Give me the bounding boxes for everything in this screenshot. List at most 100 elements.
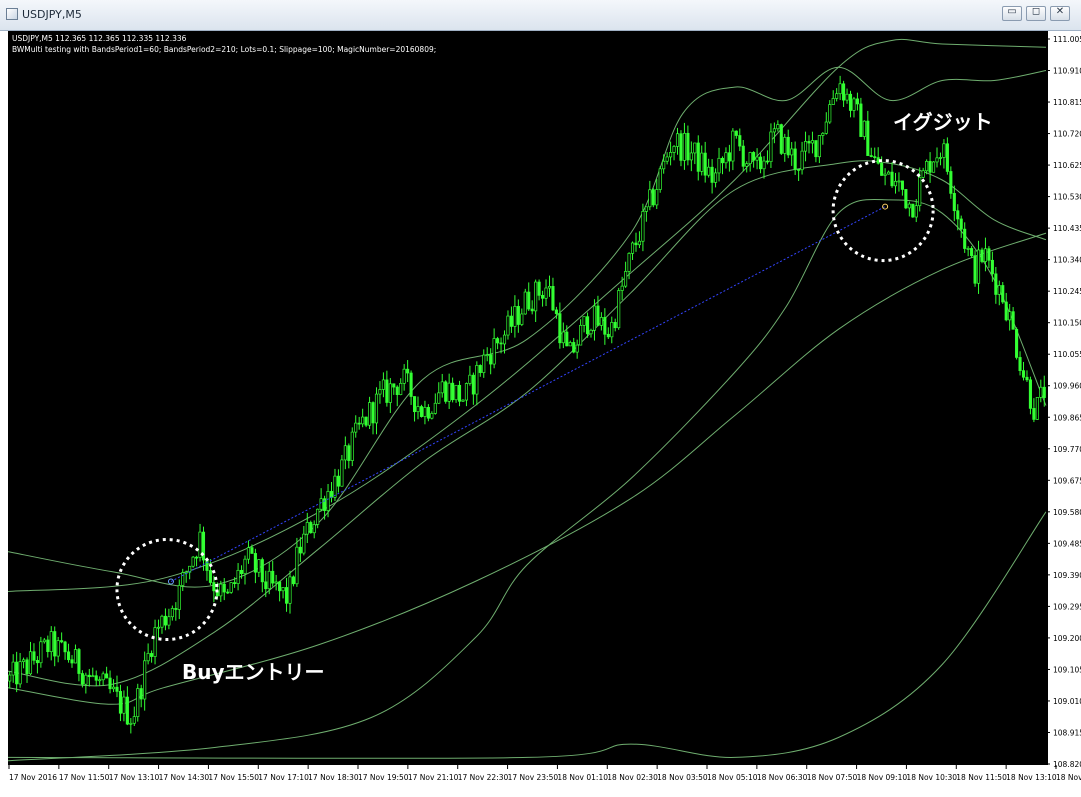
candle xyxy=(156,619,161,639)
time-tick-label: 18 Nov 06:30 xyxy=(757,773,808,782)
candle xyxy=(720,156,725,175)
candle xyxy=(568,340,572,347)
candle-body xyxy=(1008,311,1012,321)
time-tick-label: 17 Nov 18:30 xyxy=(308,773,359,782)
time-tick-label: 18 Nov 09:10 xyxy=(857,773,908,782)
candle xyxy=(544,279,548,307)
candle xyxy=(136,683,140,722)
candle xyxy=(22,657,26,669)
candle-body xyxy=(990,259,994,275)
candle xyxy=(291,575,296,587)
candle-body xyxy=(226,591,230,594)
candle xyxy=(63,640,67,660)
candle-body xyxy=(904,189,908,209)
candle-body xyxy=(741,145,745,167)
candle xyxy=(489,348,493,375)
candle xyxy=(945,137,949,175)
candle-body xyxy=(956,210,960,220)
candle xyxy=(824,112,828,135)
candle xyxy=(893,172,898,194)
candle-body xyxy=(298,546,302,554)
price-tick-label: 110.150 xyxy=(1053,319,1081,328)
candle xyxy=(56,636,60,663)
candle xyxy=(779,123,783,156)
candle-body xyxy=(1039,386,1043,398)
candle xyxy=(790,142,794,166)
candle xyxy=(70,655,74,668)
candle-body xyxy=(1015,328,1019,358)
candle-body xyxy=(122,696,126,714)
candle-body xyxy=(679,133,683,161)
candle xyxy=(354,415,358,438)
candle xyxy=(111,679,116,693)
candle-body xyxy=(146,653,150,662)
candle xyxy=(599,312,603,331)
candle xyxy=(928,152,932,183)
candle-body xyxy=(56,640,60,657)
candle-body xyxy=(139,688,143,700)
candle-body xyxy=(845,93,849,101)
candle xyxy=(454,384,458,403)
candle xyxy=(821,132,825,145)
candle-body xyxy=(842,83,846,101)
candle xyxy=(1001,282,1005,304)
candle-body xyxy=(18,661,22,685)
candle-body xyxy=(454,384,458,401)
candle xyxy=(236,563,240,591)
candle-body xyxy=(734,130,738,136)
candle xyxy=(963,222,967,253)
candle xyxy=(842,80,846,107)
candle-body xyxy=(568,342,572,347)
candle-body xyxy=(707,166,711,176)
candle-body xyxy=(8,674,12,682)
time-tick-label: 18 Nov 14:30 xyxy=(1056,773,1081,782)
candle xyxy=(264,570,268,598)
candle xyxy=(98,676,102,686)
candle xyxy=(634,232,638,252)
candle-body xyxy=(25,659,29,675)
candle-body xyxy=(541,295,545,299)
candle-body xyxy=(537,281,541,296)
candle-body xyxy=(987,248,991,261)
candle-body xyxy=(319,498,323,510)
candle-body xyxy=(284,587,289,604)
candle-body xyxy=(738,135,742,147)
candle xyxy=(1018,351,1022,376)
candle xyxy=(343,436,347,470)
time-tick-label: 17 Nov 14:30 xyxy=(159,773,210,782)
candle xyxy=(952,185,956,222)
candle-body xyxy=(720,157,725,164)
time-tick-label: 18 Nov 05:10 xyxy=(707,773,758,782)
candle-body xyxy=(641,211,645,242)
candle xyxy=(364,416,368,428)
candle xyxy=(637,231,642,249)
candle-body xyxy=(1001,285,1005,303)
candle-body xyxy=(111,686,116,690)
candle-body xyxy=(416,406,420,413)
candle-body xyxy=(153,627,157,657)
candle xyxy=(340,454,344,487)
candle-body xyxy=(385,379,389,403)
candle-body xyxy=(672,146,676,153)
candle xyxy=(994,266,998,304)
candle-body xyxy=(433,402,437,414)
time-tick-label: 18 Nov 02:30 xyxy=(607,773,658,782)
candle-body xyxy=(669,152,673,158)
candle-body xyxy=(797,169,801,171)
candle xyxy=(105,666,109,679)
candle xyxy=(18,653,22,688)
candle-body xyxy=(395,386,399,395)
candle-body xyxy=(170,608,174,618)
candle xyxy=(783,133,787,162)
candle-body xyxy=(534,281,538,312)
candle xyxy=(558,302,562,349)
candle-body xyxy=(966,248,970,250)
candle-body xyxy=(374,393,379,424)
candle xyxy=(980,247,984,264)
candle-body xyxy=(835,93,839,99)
candle xyxy=(177,579,181,620)
candle-body xyxy=(776,124,780,130)
candle xyxy=(513,295,517,338)
candle xyxy=(1032,398,1036,423)
price-tick-label: 109.010 xyxy=(1053,697,1081,706)
